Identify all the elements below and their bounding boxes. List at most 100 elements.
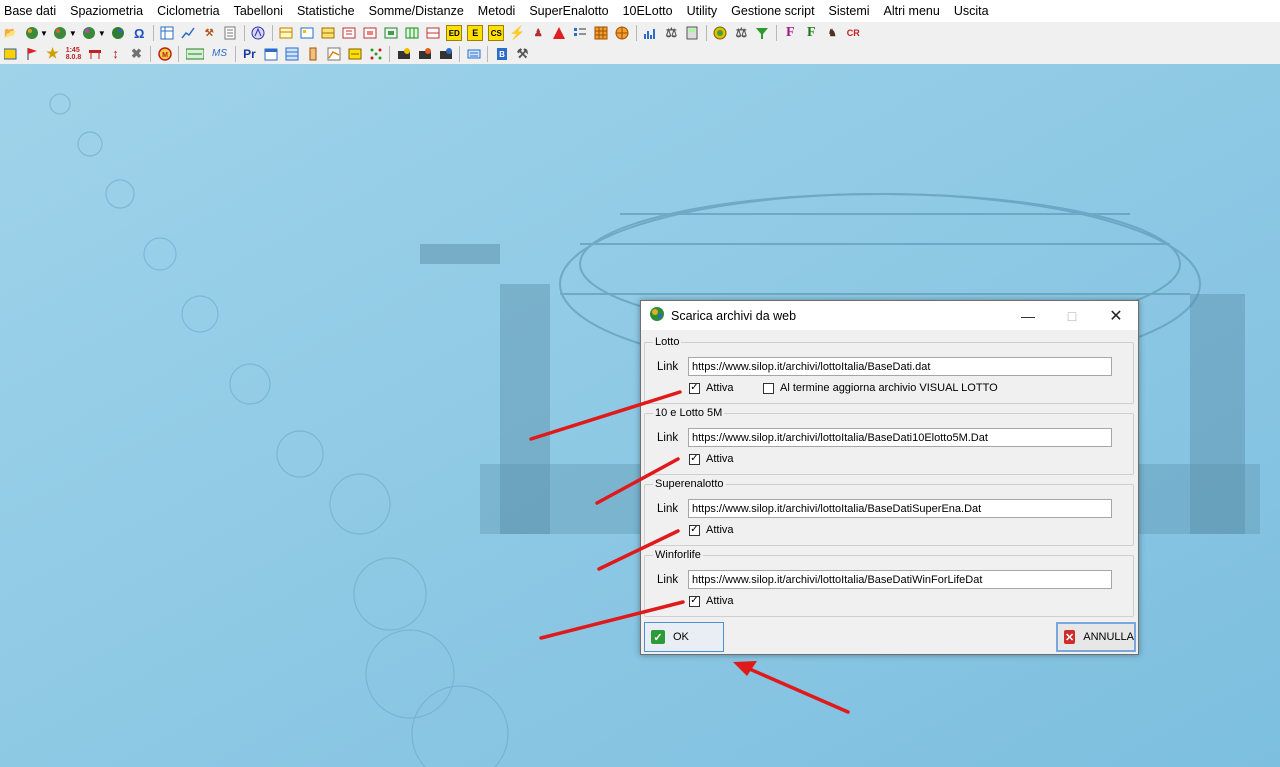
- table-icon[interactable]: [362, 25, 378, 41]
- globe-icon[interactable]: [24, 25, 40, 41]
- menu-tabelloni[interactable]: Tabelloni: [234, 4, 290, 18]
- globe-icon[interactable]: [52, 25, 68, 41]
- f-icon[interactable]: F: [782, 25, 798, 41]
- folder-icon[interactable]: [438, 46, 454, 62]
- attiva-checkbox-superenalotto[interactable]: ✓ Attiva: [689, 524, 734, 536]
- checkbox-box[interactable]: [763, 382, 774, 394]
- keyboard-icon[interactable]: [466, 46, 482, 62]
- omega-icon[interactable]: Ω: [131, 25, 147, 41]
- menu-spaziometria[interactable]: Spaziometria: [70, 4, 150, 18]
- chevron-down-icon[interactable]: ▼: [40, 29, 48, 38]
- group-legend: Winforlife: [653, 548, 703, 562]
- tools-icon[interactable]: ⚒: [201, 25, 217, 41]
- cs-icon[interactable]: CS: [488, 25, 505, 41]
- rotate-icon[interactable]: [87, 46, 103, 62]
- ed-icon[interactable]: ED: [446, 25, 463, 41]
- folder-icon[interactable]: [417, 46, 433, 62]
- checkbox-box[interactable]: ✓: [689, 382, 700, 394]
- checkbox-box[interactable]: ✓: [689, 453, 700, 465]
- star-icon[interactable]: ★: [45, 45, 61, 62]
- f-icon[interactable]: F: [803, 25, 819, 41]
- folder-open-icon[interactable]: 📂: [3, 25, 19, 41]
- table-icon[interactable]: [341, 25, 357, 41]
- warning-icon[interactable]: [551, 25, 567, 41]
- list-icon[interactable]: [222, 25, 238, 41]
- wheel-icon[interactable]: [614, 25, 630, 41]
- flag-icon[interactable]: [24, 46, 40, 62]
- table-icon[interactable]: [299, 25, 315, 41]
- menu-uscita[interactable]: Uscita: [954, 4, 996, 18]
- checkbox-box[interactable]: ✓: [689, 595, 700, 607]
- logo-icon[interactable]: [250, 25, 266, 41]
- calendar-icon[interactable]: [284, 46, 300, 62]
- calc-icon[interactable]: [684, 25, 700, 41]
- table-icon[interactable]: [3, 46, 19, 62]
- table-icon[interactable]: [347, 46, 363, 62]
- globe-icon[interactable]: [110, 25, 126, 41]
- minimize-button[interactable]: —: [1006, 301, 1050, 330]
- grid-icon[interactable]: [593, 25, 609, 41]
- e-icon[interactable]: E: [467, 25, 484, 41]
- grid-icon[interactable]: [159, 25, 175, 41]
- table-icon[interactable]: [383, 25, 399, 41]
- scale-icon[interactable]: ⚖: [733, 25, 749, 41]
- table-icon[interactable]: [425, 25, 441, 41]
- menu-altri-menu[interactable]: Altri menu: [884, 4, 947, 18]
- filter-icon[interactable]: [754, 25, 770, 41]
- chevron-down-icon[interactable]: ▼: [98, 29, 106, 38]
- coin-icon[interactable]: M: [157, 46, 173, 62]
- menu-superenalotto[interactable]: SuperEnalotto: [529, 4, 615, 18]
- table-icon[interactable]: [320, 25, 336, 41]
- maximize-button[interactable]: □: [1050, 301, 1094, 330]
- attiva-checkbox-winforlife[interactable]: ✓ Attiva: [689, 595, 734, 607]
- link-input-superenalotto[interactable]: [688, 499, 1112, 518]
- menu-statistiche[interactable]: Statistiche: [297, 4, 362, 18]
- menu-metodi[interactable]: Metodi: [478, 4, 523, 18]
- spy-icon[interactable]: ♞: [824, 25, 840, 41]
- link-input-10elotto[interactable]: [688, 428, 1112, 447]
- book-icon[interactable]: B: [494, 46, 510, 62]
- chart-icon[interactable]: [326, 46, 342, 62]
- scale-icon[interactable]: ⚖: [663, 25, 679, 41]
- list-icon[interactable]: [572, 25, 588, 41]
- menu-somme-distanze[interactable]: Somme/Distanze: [369, 4, 471, 18]
- link-input-lotto[interactable]: [688, 357, 1112, 376]
- menu-sistemi[interactable]: Sistemi: [829, 4, 877, 18]
- menu-utility[interactable]: Utility: [687, 4, 725, 18]
- lightning-icon[interactable]: ⚡: [509, 25, 525, 41]
- link-input-winforlife[interactable]: [688, 570, 1112, 589]
- update-visual-lotto-checkbox[interactable]: Al termine aggiorna archivio VISUAL LOTT…: [763, 382, 998, 394]
- table-icon[interactable]: [404, 25, 420, 41]
- pr-icon[interactable]: Pr: [242, 46, 258, 62]
- globe-icon[interactable]: [81, 25, 97, 41]
- bars-icon[interactable]: [642, 25, 658, 41]
- folder-icon[interactable]: [396, 46, 412, 62]
- coins-icon[interactable]: [712, 25, 728, 41]
- calendar-icon[interactable]: [263, 46, 279, 62]
- hammer-icon[interactable]: ⚒: [515, 46, 531, 62]
- clock-icon[interactable]: 1:45 8.0.8: [66, 46, 82, 62]
- cr-icon[interactable]: CR: [845, 25, 861, 41]
- ok-button[interactable]: ✓ OK: [644, 622, 724, 652]
- attiva-checkbox-10elotto[interactable]: ✓ Attiva: [689, 453, 734, 465]
- sparkle-icon[interactable]: [368, 46, 384, 62]
- cancel-button[interactable]: ✕ ANNULLA: [1056, 622, 1136, 652]
- person-icon[interactable]: ♟: [530, 25, 546, 41]
- menu-10elotto[interactable]: 10ELotto: [623, 4, 680, 18]
- sum-icon[interactable]: ↕: [108, 46, 124, 62]
- menu-base-dati[interactable]: Base dati: [4, 4, 63, 18]
- checkbox-box[interactable]: ✓: [689, 524, 700, 536]
- ms-icon[interactable]: MS: [210, 46, 230, 62]
- attiva-checkbox-lotto[interactable]: ✓ Attiva: [689, 382, 734, 394]
- chevron-down-icon[interactable]: ▼: [69, 29, 77, 38]
- abc-icon[interactable]: [185, 46, 205, 62]
- chart-icon[interactable]: [180, 25, 196, 41]
- menu-gestione-script[interactable]: Gestione script: [731, 4, 821, 18]
- table-icon[interactable]: [278, 25, 294, 41]
- menu-ciclometria[interactable]: Ciclometria: [157, 4, 227, 18]
- close-button[interactable]: ✕: [1094, 301, 1138, 330]
- ok-button-label: OK: [673, 631, 689, 643]
- tools-icon[interactable]: ✖: [129, 46, 145, 62]
- dialog-titlebar[interactable]: Scarica archivi da web — □ ✕: [641, 301, 1138, 330]
- ruler-icon[interactable]: [305, 46, 321, 62]
